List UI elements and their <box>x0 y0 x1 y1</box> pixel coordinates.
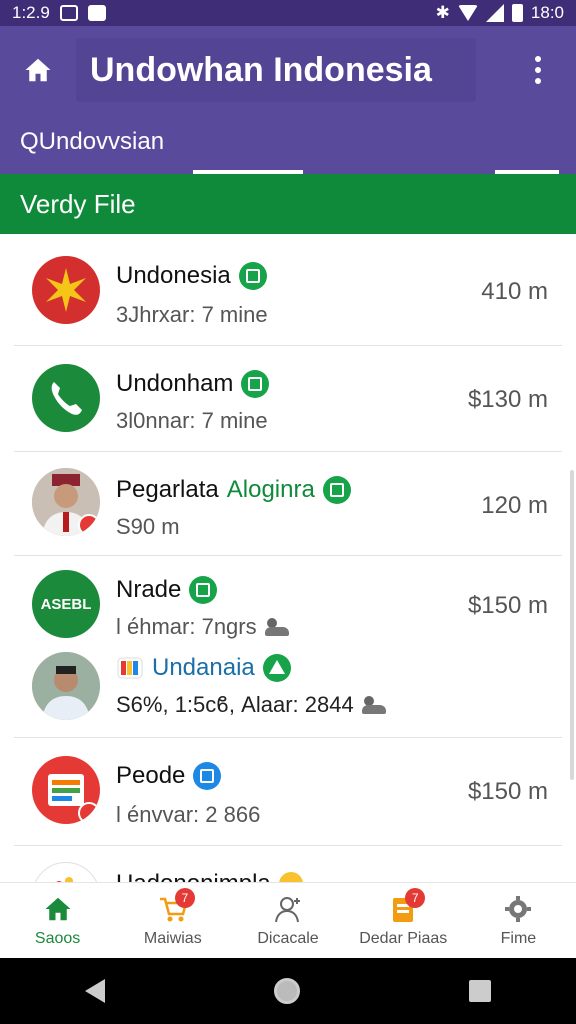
nav-label: Saoos <box>34 929 81 947</box>
app-title: Undowhan Indonesia <box>76 38 476 102</box>
notification-dot <box>78 802 100 824</box>
list-item[interactable]: Undonesia 3Jhrxar: 7 mine 410 m <box>14 236 562 346</box>
avatar <box>32 364 100 432</box>
avatar <box>32 756 100 824</box>
bottom-navigation: Saoos 7 Maiwias Dicacale 7 Dedar Piaas F… <box>0 882 576 958</box>
scrollbar[interactable] <box>570 470 574 780</box>
verified-badge-icon <box>189 576 218 604</box>
mail-notification-icon <box>87 5 106 21</box>
star-emblem-icon <box>46 268 86 312</box>
system-home-icon[interactable] <box>273 978 300 1004</box>
avatar: ASEBL <box>32 570 100 638</box>
nav-item-saoos[interactable]: Saoos <box>0 883 115 958</box>
status-clock: 18:0 <box>530 3 564 22</box>
group-icon <box>264 618 291 636</box>
list-item-title: Pegarlata Aloginra <box>116 476 351 504</box>
nested-item-title: Undanaia <box>116 654 291 682</box>
nav-label: Fime <box>500 929 537 947</box>
image-notification-icon <box>59 5 78 21</box>
list-item-amount: $130 m <box>467 386 548 413</box>
nav-item-dicacale[interactable]: Dicacale <box>230 883 345 958</box>
avatar <box>32 862 100 882</box>
list-item-subtitle: 3l0nnar: 7 mine <box>116 408 268 433</box>
nav-item-fime[interactable]: Fime <box>461 883 576 958</box>
person-avatar <box>32 652 100 720</box>
nav-item-maiwias[interactable]: 7 Maiwias <box>115 883 230 958</box>
colorful-logo-icon <box>56 877 73 882</box>
verified-badge-icon <box>262 654 291 682</box>
group-icon <box>361 696 388 714</box>
more-vert-icon <box>535 56 541 84</box>
nav-badge: 7 <box>174 887 195 908</box>
back-icon[interactable] <box>84 979 105 1003</box>
list-item-amount: $150 m <box>467 592 548 619</box>
signal-icon <box>485 4 504 22</box>
nav-label: Dedar Piaas <box>359 929 448 947</box>
notification-dot <box>78 514 100 536</box>
nav-label: Maiwias <box>143 929 202 947</box>
recents-icon[interactable] <box>469 980 492 1002</box>
emoji-icon <box>278 872 303 882</box>
avatar <box>32 256 100 324</box>
app-bar: Undowhan Indonesia <box>0 26 576 114</box>
avatar-initials: ASEBL <box>40 595 92 613</box>
list-item-title: Peode <box>116 762 222 790</box>
list-item[interactable]: Pegarlata Aloginra S90 m 120 m <box>14 452 562 556</box>
nested-item-subtitle: S6%, 1:5cϐ, Alaar: 2844 <box>116 692 388 718</box>
home-icon <box>25 58 51 82</box>
tab-label[interactable]: QUndovvsian <box>20 128 164 156</box>
person-photo-icon <box>32 652 100 720</box>
home-icon <box>42 894 74 924</box>
list-item-title: Undonesia <box>116 262 267 290</box>
section-header: Verdy File <box>0 174 576 234</box>
list-item-subtitle: 3Jhrxar: 7 mine <box>116 302 268 327</box>
battery-icon <box>511 4 523 22</box>
home-button[interactable] <box>0 26 76 114</box>
verified-badge-icon <box>238 262 267 290</box>
nav-badge: 7 <box>405 887 426 908</box>
verified-badge-icon <box>241 370 270 398</box>
status-time: 1:2.9 <box>12 3 50 22</box>
list-item-subtitle: l énvvar: 2 866 <box>116 802 261 827</box>
nav-item-dedar-piaas[interactable]: 7 Dedar Piaas <box>346 883 461 958</box>
nav-label: Dicacale <box>257 929 319 947</box>
tab-bar: QUndovvsian <box>0 114 576 174</box>
list-item[interactable]: Peode l énvvar: 2 866 $150 m <box>14 738 562 846</box>
clipboard-icon: 7 <box>387 887 426 924</box>
gear-icon <box>502 894 534 924</box>
list-item[interactable]: Uadononimpla <box>14 846 562 882</box>
list-item-amount: 410 m <box>481 278 548 305</box>
system-navigation-bar <box>0 958 576 1024</box>
bluetooth-icon: ✱ <box>435 3 450 22</box>
contact-list[interactable]: Undonesia 3Jhrxar: 7 mine 410 m Undonham… <box>14 236 562 882</box>
list-item-subtitle: S90 m <box>116 514 180 539</box>
list-item[interactable]: Undonham 3l0nnar: 7 mine $130 m <box>14 346 562 452</box>
phone-icon <box>51 382 82 415</box>
person-avatar <box>32 468 100 536</box>
list-item-amount: 120 m <box>481 492 548 519</box>
verified-badge-icon <box>322 476 351 504</box>
person-add-icon <box>272 894 304 924</box>
overflow-menu-button[interactable] <box>500 26 576 114</box>
list-item-title: Nrade <box>116 576 218 604</box>
wifi-icon <box>457 5 478 21</box>
list-item[interactable]: ASEBL Nrade l éhmar: 7ngrs $150 m Undana… <box>14 556 562 738</box>
list-item-title: Uadononimpla <box>116 870 303 882</box>
verified-badge-icon <box>193 762 222 790</box>
list-item-title: Undonham <box>116 370 270 398</box>
status-bar: 1:2.9 ✱ 18:0 <box>0 0 576 26</box>
colorful-grid-icon <box>117 657 143 679</box>
cart-icon: 7 <box>157 887 195 924</box>
list-item-amount: $150 m <box>467 778 548 805</box>
list-item-subtitle: l éhmar: 7ngrs <box>116 614 291 640</box>
